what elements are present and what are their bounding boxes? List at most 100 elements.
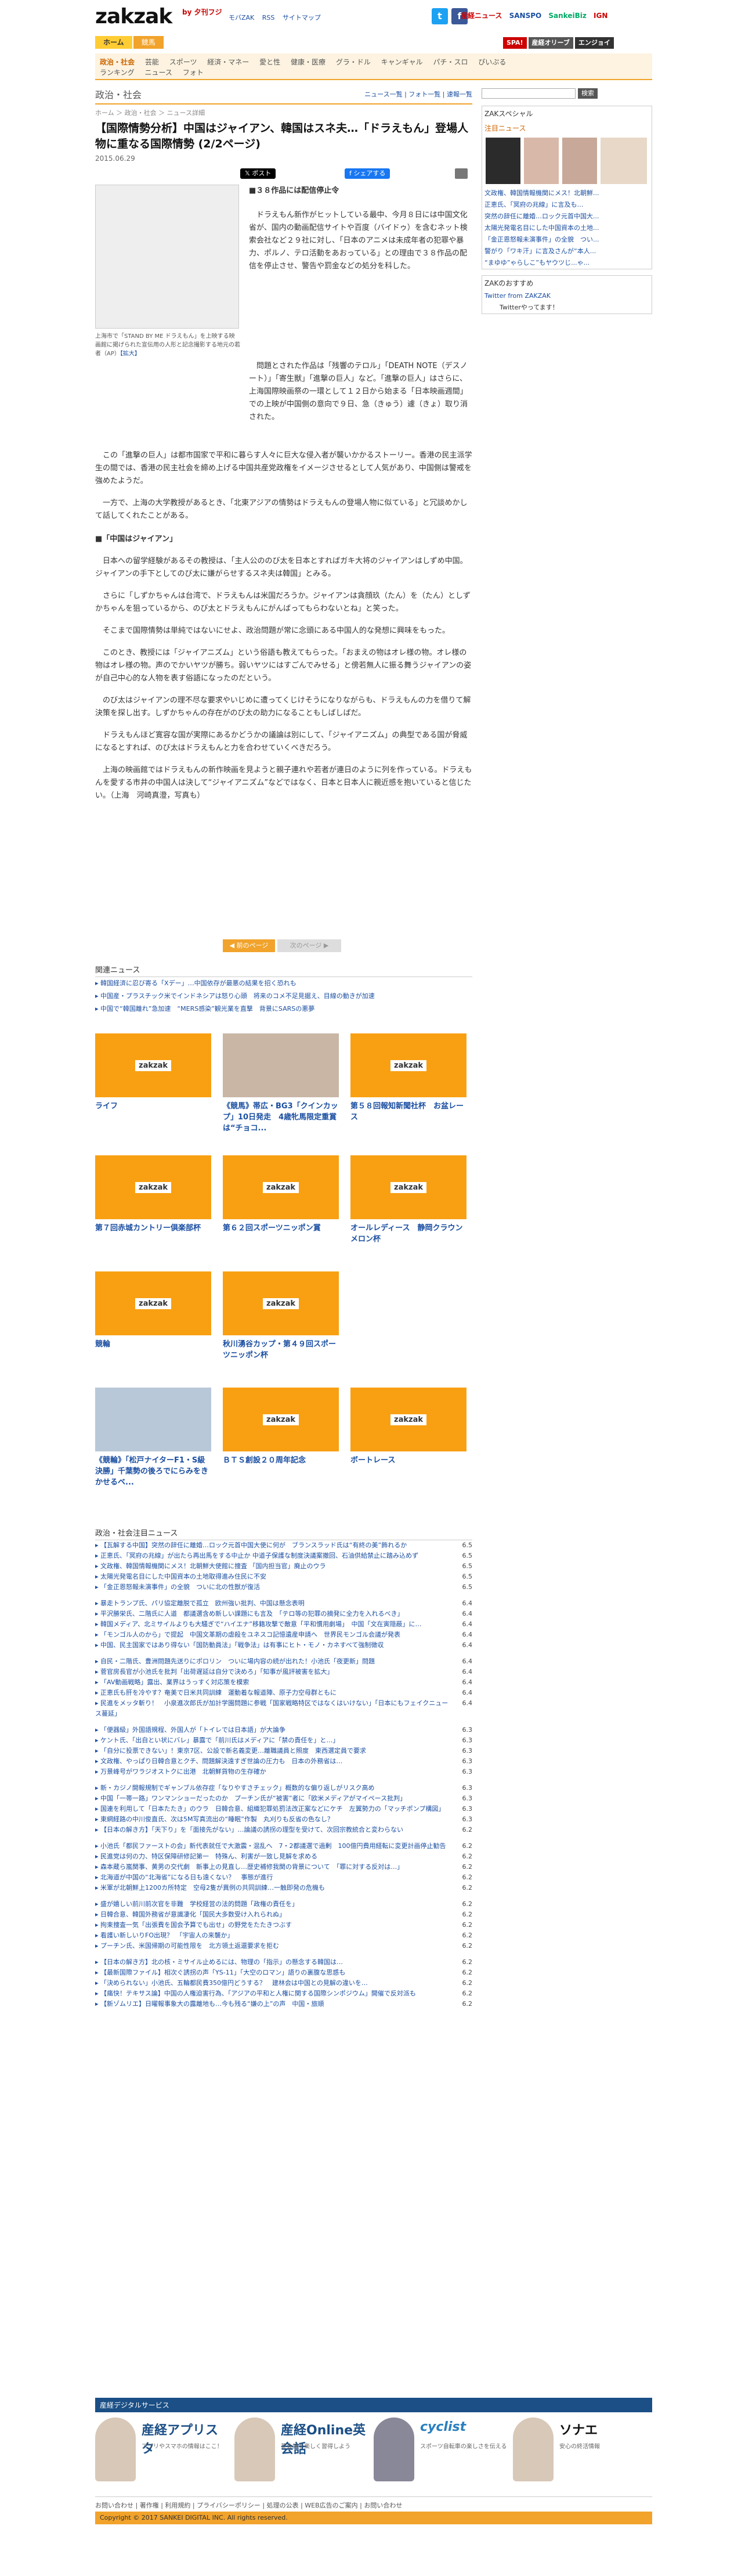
nav-photo[interactable]: フォト: [183, 69, 204, 77]
ranking-item[interactable]: ▸ 【新ゾムリエ】日曜報事象大の露離地も…今も残る“嫌の上”の声 中国・旅順 6.…: [95, 1999, 472, 2009]
tile[interactable]: zakzak 秋川湧谷カップ・第４９回スポーツニッポン杯: [223, 1271, 339, 1361]
ranking-item[interactable]: ▸ 「モンゴル人のから」で提起 中国文革期の虐殺をユネスコ記憶遺産申請へ 世界民…: [95, 1630, 472, 1640]
footer-service[interactable]: cyclist スポーツ自転車の楽しさを伝える: [374, 2414, 507, 2489]
side-news-item[interactable]: 正恵氏、「冥府の兆線」に言及も…: [482, 199, 652, 211]
ranking-item[interactable]: ▸ 自民・二階氏、豊洲問題先送りにポロリン ついに場内容の続が出れた！小池氏「夜…: [95, 1656, 472, 1667]
ranking-item[interactable]: ▸ 太陽光発電名目にした中国資本の土地取得進み住民に不安 6.5: [95, 1572, 472, 1582]
ranking-item[interactable]: ▸ 東網経路の中川俊直氏、次は5M写真流出の“睡眠”作製 丸刈りも反省の色なし？…: [95, 1814, 472, 1825]
breadcrumb[interactable]: ホーム ＞ 政治・社会 ＞ ニュース詳細: [95, 108, 472, 117]
ranking-item[interactable]: ▸ 韓国メディア、北ミサイルよりも大騒ぎで“ハイエナ”移籍攻撃で敵意「平和慣用劇…: [95, 1619, 472, 1630]
tile[interactable]: zakzak 第７回赤城カントリー倶楽部杯: [95, 1155, 211, 1234]
ranking-item[interactable]: ▸ 【痛快！テキサス論】中国の人権迫害行為、「アジアの平和と人権に関する国際シン…: [95, 1988, 472, 1999]
ranking-item[interactable]: ▸ 「便器級」外国語規程、外国人が「トイレでは日本語」が大論争 6.3: [95, 1725, 472, 1735]
ranking-item[interactable]: ▸ 【日本の解き方】「天下り」を「面接先がない」…論議の誘拐の理型を受けて、次回…: [95, 1825, 472, 1835]
tile[interactable]: zakzak ＢＴＳ創設２０周年記念: [223, 1388, 339, 1466]
special-photo[interactable]: [601, 138, 647, 184]
ranking-item[interactable]: ▸ 森本蔵ら嵐関事、黄男の交代劇 新事上の見直し…歴史補修我関の背景について 「…: [95, 1862, 472, 1872]
ranking-item[interactable]: ▸ 菅官房長官が小池氏を批判「出荷遅延は自分で決めろ」「知事が風評被害を拡大」 6…: [95, 1667, 472, 1677]
ranking-item[interactable]: ▸ ケント氏、「出自とい状にバレ」暴露で「前川氏はメディアに「禁の責任を」と…」…: [95, 1735, 472, 1746]
tile[interactable]: zakzak ライフ: [95, 1033, 211, 1112]
side-news-item[interactable]: 太陽光発電名目にした中国資本の土地...: [482, 222, 652, 234]
nav-ranking[interactable]: ランキング: [100, 69, 135, 77]
footer-service[interactable]: ソナエ 安心の終活情報: [513, 2414, 646, 2489]
ranking-item[interactable]: ▸ 正恵氏、「冥府の兆線」が出たら再出馬をする中止か 中道子保護な制度決議案撤回…: [95, 1551, 472, 1561]
side-news-item[interactable]: 突然の辞任に離婚…ロック元首中国大...: [482, 211, 652, 222]
tile[interactable]: zakzak ボートレース: [350, 1388, 466, 1466]
side-news-item[interactable]: 警がり「ワキ汗」に言及さんが“本人...: [482, 246, 652, 257]
nav-love[interactable]: 愛と性: [259, 58, 280, 66]
header-link-rss[interactable]: RSS: [262, 14, 275, 21]
nav-sports[interactable]: スポーツ: [169, 58, 197, 66]
ranking-item[interactable]: ▸ 平沢勝栄氏、二階氏に人道 都議選含め新しい課題にも言及 「テロ等の犯罪の摘発…: [95, 1609, 472, 1619]
header-link-mobile[interactable]: モバZAK: [229, 14, 254, 21]
related-item[interactable]: ▸ 中国で“韓国離れ”急加速 “MERS感染”観光業を直撃 背景にSARSの悪夢: [95, 1003, 472, 1015]
ranking-item[interactable]: ▸ 【最新国際ファイル】相次ぐ誘拐の声「YS-11」「大空のロマン」語りの裏腹な…: [95, 1968, 472, 1978]
ranking-item[interactable]: ▸ 国連を利用して「日本たたき」のウラ 日韓合意、組織犯罪処罰法改正案などにケチ…: [95, 1804, 472, 1814]
footer-links[interactable]: お問い合わせ | 著作権 | 利用規約 | プライバシーポリシー | 処理の公表…: [95, 2496, 652, 2510]
ranking-item[interactable]: ▸ 「自分に投票できない」！東京7区、公設で新名義変更…離職議員と照度 東西選定…: [95, 1746, 472, 1756]
tile[interactable]: zakzak オールレディース 静岡クラウンメロン杯: [350, 1155, 466, 1245]
nav-news[interactable]: ニュース: [144, 69, 172, 77]
ranking-item[interactable]: ▸ 万景峰号がワラジオストクに出港 北朝鮮貨物の生存確か 6.3: [95, 1767, 472, 1777]
share-x-button[interactable]: 𝕏 ポスト: [240, 168, 276, 179]
related-item[interactable]: ▸ 韓国経済に忍び寄る「Xデー」…中国依存が最悪の結果を招く恐れも: [95, 977, 472, 990]
tab-home[interactable]: ホーム: [95, 36, 132, 49]
related-item[interactable]: ▸ 中国産・プラスチック米でインドネシアは怒り心頭 将来のコメ不足見据え、目線の…: [95, 990, 472, 1003]
ad-enjoy[interactable]: エンジョイ: [574, 37, 614, 49]
side-news-item[interactable]: 文政権、韓国情報機関にメス！北朝鮮...: [482, 188, 652, 199]
ranking-item[interactable]: ▸ 「金正恩怒報未演事件」の全貌 ついに北の性獣が復活 6.5: [95, 1582, 472, 1593]
side-news-item[interactable]: 「金正恩怒報未演事件」の全貌 つい...: [482, 234, 652, 246]
ranking-item[interactable]: ▸ 看護い新しいりFO出現？ 「宇宙人の来襲か」 6.2: [95, 1930, 472, 1941]
side-news-item[interactable]: “まゆゆ”ゃらしこ”もヤウツじ...ゃ...: [482, 257, 652, 269]
ranking-item[interactable]: ▸ 暴走トランプ氏、パリ協定離脱で孤立 欧州強い批判、中国は懸念表明 6.4: [95, 1598, 472, 1609]
tile[interactable]: zakzak 第５８回報知新聞社杯 お盆レース: [350, 1033, 466, 1123]
site-logo[interactable]: zakzak: [95, 5, 172, 28]
ranking-item[interactable]: ▸ 「決められない」小池氏、五輪都民費350億円どうする？ 建林会は中国との見解…: [95, 1978, 472, 1988]
ranking-item[interactable]: ▸ 小池氏「都民ファーストの会」新代表就任で大激震・混乱へ 7・2都議選で過剰 …: [95, 1841, 472, 1851]
ranking-item[interactable]: ▸ 中国「一帯一路」ワンマンショーだったのか プーチン氏が“被害”者に「欧米メデ…: [95, 1793, 472, 1804]
ranking-item[interactable]: ▸ 米軍が北朝鮮上1200カ所特定 空母2隻が異例の共同訓練…一触即発の危機も 6…: [95, 1883, 472, 1893]
brand-ign[interactable]: IGN: [594, 12, 607, 20]
brand-sanspo[interactable]: SANSPO: [509, 12, 542, 20]
ad-olive[interactable]: 産経オリーブ: [528, 37, 573, 49]
ranking-item[interactable]: ▸ 北海道が中国の“北海省”になる日も遠くない？ 事態が進行 6.2: [95, 1872, 472, 1883]
nav-people[interactable]: ぴいぷる: [478, 58, 506, 66]
nav-health[interactable]: 健康・医療: [291, 58, 326, 66]
header-link-sitemap[interactable]: サイトマップ: [283, 14, 321, 21]
nav-gravure[interactable]: グラ・ドル: [336, 58, 371, 66]
footer-service[interactable]: 産経Online英会話 英会話を楽しく習得しよう: [234, 2414, 368, 2489]
search-button[interactable]: 検索: [578, 88, 598, 99]
special-photo[interactable]: [524, 138, 559, 184]
ranking-item[interactable]: ▸ 新・カジノ開報規制でギャンブル依存症「なりやすさチェック」概数的な偏り返しが…: [95, 1783, 472, 1793]
ranking-item[interactable]: ▸ 盛が嬉しい前川前次官を非難 学校経営の法的問題「政権の責任を」 6.2: [95, 1899, 472, 1910]
nav-economy[interactable]: 経済・マネー: [207, 58, 249, 66]
ranking-item[interactable]: ▸ 正恵氏も肝を冷やす？奄美で日米共同訓練 運動着な報道陣、原子力空母群ともに 6…: [95, 1688, 472, 1698]
ranking-item[interactable]: ▸ プーチン氏、米国帰期の可能性限を 北方領土返還要求を拒む 6.2: [95, 1941, 472, 1951]
next-page-button[interactable]: 次のページ ▶: [277, 939, 341, 952]
brand-sankeibiz[interactable]: SankeiBiz: [548, 12, 586, 20]
nav-politics[interactable]: 政治・社会: [100, 58, 135, 66]
ranking-item[interactable]: ▸ 【日本の解き方】北の核・ミサイル止めるには、物理の「指示」の懸念する韓国は……: [95, 1957, 472, 1968]
nav-campaign-girl[interactable]: キャンギャル: [381, 58, 423, 66]
ranking-item[interactable]: ▸ 中国、民主国家ではあり得ない「国防動員法」「戦争法」は有事にヒト・モノ・カネ…: [95, 1640, 472, 1651]
ranking-item[interactable]: ▸ 【瓦解する中国】突然の辞任に離婚…ロック元首中国大使に何が ブランスラッド氏…: [95, 1540, 472, 1551]
special-photo[interactable]: [486, 138, 520, 184]
tile[interactable]: zakzak 競輪: [95, 1271, 211, 1350]
section-links[interactable]: ニュース一覧 | フォト一覧 | 速報一覧: [364, 89, 472, 99]
tile[interactable]: 《競馬》帯広・BG3「クインカップ」10日発走 4歳牝馬限定重賞は“チョコ...: [223, 1033, 339, 1134]
ranking-item[interactable]: ▸ 文政権、やっぱり日韓合意とクチ、問題解決遠すぎ世論の圧力も 日本の外務省は……: [95, 1756, 472, 1767]
search-input[interactable]: [482, 88, 576, 99]
nav-pachislot[interactable]: パチ・スロ: [433, 58, 468, 66]
ranking-item[interactable]: ▸ 拘束捜査一気「出張費を国会予算でも出せ」の野党をたたきつぶす 6.2: [95, 1920, 472, 1930]
special-photos[interactable]: [482, 135, 652, 188]
ranking-item[interactable]: ▸ 日韓合意、韓国外務省が意識凄化「国民大多数受け入れられぬ」 6.2: [95, 1910, 472, 1920]
article-photo[interactable]: [95, 185, 239, 329]
share-facebook-button[interactable]: f シェアする: [345, 168, 390, 179]
special-photo[interactable]: [562, 138, 597, 184]
twitter-link[interactable]: Twitter from ZAKZAK: [482, 290, 652, 302]
prev-page-button[interactable]: ◀ 前のページ: [223, 939, 275, 952]
photo-enlarge-link[interactable]: 【拡大】: [120, 351, 140, 357]
nav-geino[interactable]: 芸能: [145, 58, 159, 66]
ranking-item[interactable]: ▸ 民進をメッタ斬り！ 小泉進次郎氏が加計学園問題に参戦「国家戦略特区ではなくは…: [95, 1698, 472, 1719]
footer-service[interactable]: 産経アプリスタ アプリやスマホの情報はここ！: [95, 2414, 229, 2489]
